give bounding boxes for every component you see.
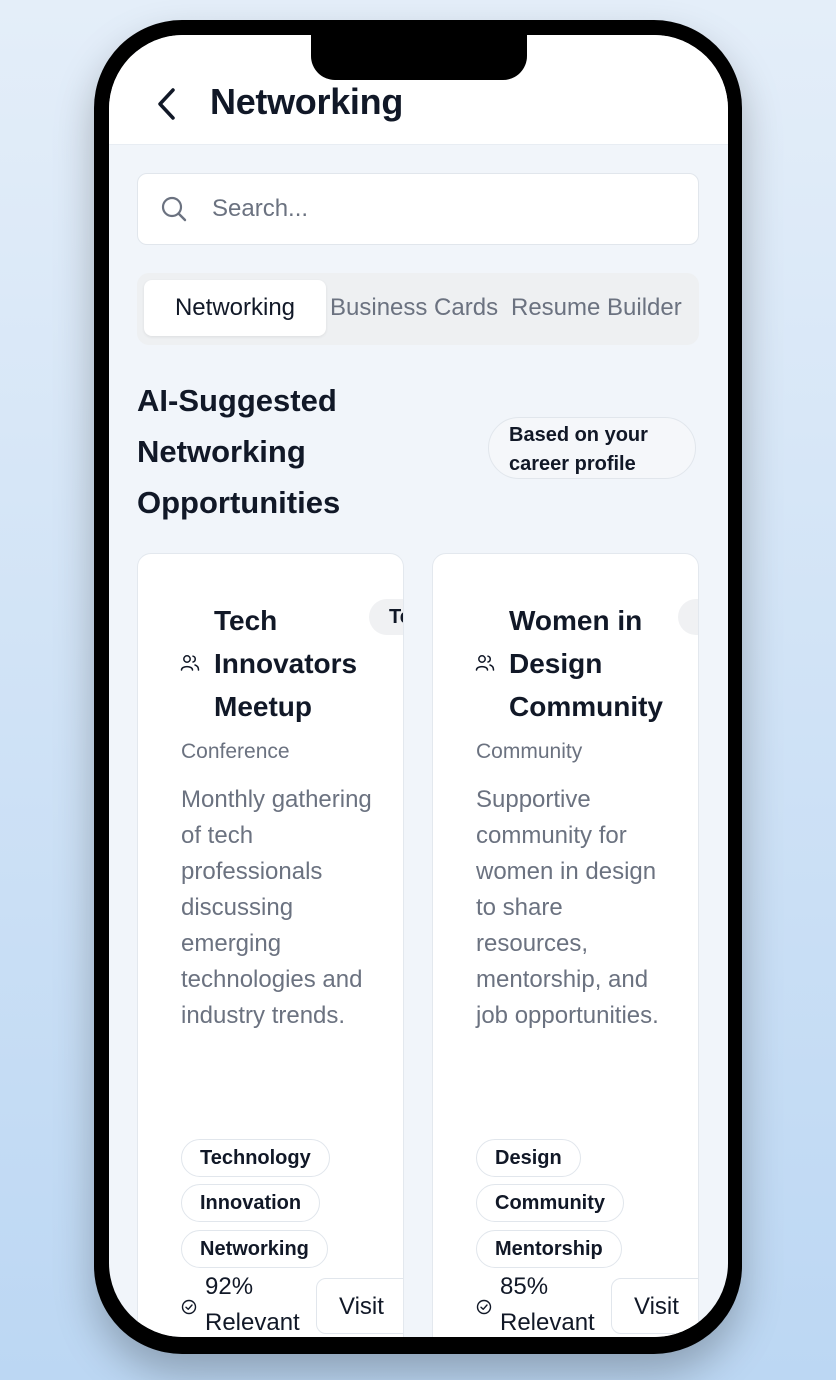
tab-resume-builder[interactable]: Resume Builder (511, 280, 682, 336)
tab-bar: Networking Business Cards Resume Builder (137, 273, 699, 345)
opportunity-description: Monthly gathering of tech professionals … (181, 786, 372, 1029)
category-pill: Te (369, 599, 403, 635)
device-notch (311, 35, 527, 80)
search-input[interactable] (210, 186, 684, 232)
search-icon (161, 196, 187, 222)
section-title: AI-Suggested Networking Opportunities (137, 383, 341, 520)
tag: Community (476, 1184, 624, 1222)
visit-button[interactable]: Visit (611, 1278, 698, 1334)
category-pill (678, 599, 698, 635)
chevron-left-icon (158, 88, 175, 120)
tag: Innovation (181, 1184, 321, 1222)
check-circle-icon (181, 1299, 197, 1315)
back-button[interactable] (147, 83, 185, 125)
search-bar[interactable] (137, 173, 699, 245)
visit-button[interactable]: Visit (316, 1278, 403, 1334)
tag: Technology (181, 1139, 330, 1177)
opportunity-name: Tech Innovators Meetup (214, 605, 358, 722)
profile-badge: Based on your career profile (488, 417, 696, 479)
page-title: Networking (210, 81, 404, 122)
tag: Mentorship (476, 1230, 622, 1268)
relevance-text: 92% Relevant (205, 1273, 300, 1336)
opportunity-card: Tech Innovators Meetup Te Conference Mon… (137, 553, 404, 1337)
tag: Networking (181, 1230, 328, 1268)
opportunity-description: Supportive community for women in design… (476, 786, 659, 1029)
users-icon (180, 655, 200, 671)
opportunity-type: Conference (181, 740, 290, 763)
opportunity-card: Women in Design Community Community Supp… (432, 553, 699, 1337)
opportunity-type: Community (476, 740, 583, 763)
check-circle-icon (476, 1299, 492, 1315)
users-icon (475, 655, 495, 671)
tab-business-cards[interactable]: Business Cards (330, 280, 498, 336)
opportunity-name: Women in Design Community (509, 605, 663, 722)
tab-networking[interactable]: Networking (144, 280, 326, 336)
app-screen: Networking Networking Business Cards Res… (109, 35, 728, 1337)
relevance-text: 85% Relevant (500, 1273, 595, 1336)
tag: Design (476, 1139, 581, 1177)
